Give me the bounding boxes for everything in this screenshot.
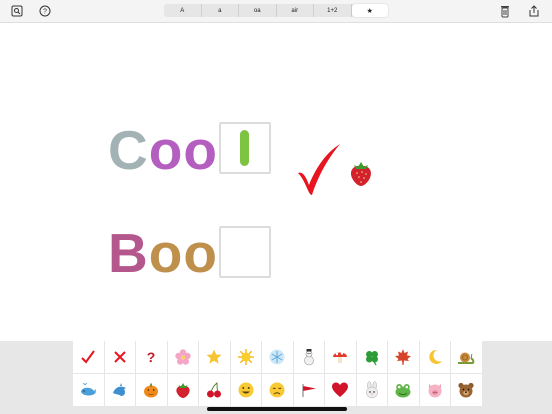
question-mark-icon[interactable]: ? (136, 341, 168, 374)
dolphin-icon[interactable] (104, 374, 136, 407)
sticker-tray: ? (0, 341, 552, 414)
jack-o-lantern-icon[interactable] (136, 374, 168, 407)
help-icon[interactable]: ? (38, 4, 52, 18)
letter[interactable]: o (149, 226, 184, 281)
check-mark-icon[interactable] (73, 341, 105, 374)
red-heart-icon[interactable] (325, 374, 357, 407)
search-icon[interactable] (10, 4, 24, 18)
mode-segmented-control: A a oa air 1+2 ★ (164, 4, 388, 17)
cross-mark-icon[interactable] (104, 341, 136, 374)
segment-lowercase[interactable]: a (202, 4, 239, 17)
strawberry-icon (348, 159, 374, 187)
rabbit-face-icon[interactable] (356, 374, 388, 407)
word-row-1: C o o (108, 123, 218, 178)
segment-math[interactable]: 1+2 (314, 4, 352, 17)
triangular-flag-icon[interactable] (293, 374, 325, 407)
letter[interactable]: o (183, 226, 218, 281)
segment-digraph[interactable]: oa (239, 4, 277, 17)
segment-uppercase[interactable]: A (164, 4, 202, 17)
cherry-blossom-icon[interactable] (167, 341, 199, 374)
disappointed-face-icon[interactable] (262, 374, 294, 407)
snail-icon[interactable] (451, 341, 483, 374)
segment-trigraph[interactable]: air (277, 4, 314, 17)
letter[interactable]: o (183, 123, 218, 178)
letter[interactable]: B (108, 226, 149, 281)
star-icon[interactable] (199, 341, 231, 374)
frog-face-icon[interactable] (388, 374, 420, 407)
crescent-moon-icon[interactable] (419, 341, 451, 374)
check-mark-icon (294, 141, 342, 199)
segment-star[interactable]: ★ (351, 4, 388, 17)
four-leaf-clover-icon[interactable] (356, 341, 388, 374)
smiling-face-icon[interactable] (230, 374, 262, 407)
sticker-grid: ? (73, 341, 483, 407)
home-indicator[interactable] (207, 407, 347, 411)
svg-text:?: ? (147, 349, 156, 365)
svg-text:?: ? (43, 9, 47, 16)
strawberry-icon[interactable] (167, 374, 199, 407)
letter-slot-filled[interactable] (219, 122, 271, 174)
sun-icon[interactable] (230, 341, 262, 374)
placed-letter-l[interactable] (240, 130, 249, 166)
share-icon[interactable] (527, 4, 541, 18)
letter[interactable]: o (149, 123, 184, 178)
letter[interactable]: C (108, 123, 149, 178)
snowman-icon[interactable] (293, 341, 325, 374)
cherries-icon[interactable] (199, 374, 231, 407)
snowflake-icon[interactable] (262, 341, 294, 374)
maple-leaf-icon[interactable] (388, 341, 420, 374)
trash-icon[interactable] (498, 4, 512, 18)
word-canvas: C o o B o o (0, 23, 552, 341)
bear-face-icon[interactable] (451, 374, 483, 407)
letter-slot-empty[interactable] (219, 226, 271, 278)
whale-icon[interactable] (73, 374, 105, 407)
top-toolbar: ? A a oa air 1+2 ★ (0, 0, 552, 23)
pig-face-icon[interactable] (419, 374, 451, 407)
word-row-2: B o o (108, 226, 218, 281)
mushroom-icon[interactable] (325, 341, 357, 374)
